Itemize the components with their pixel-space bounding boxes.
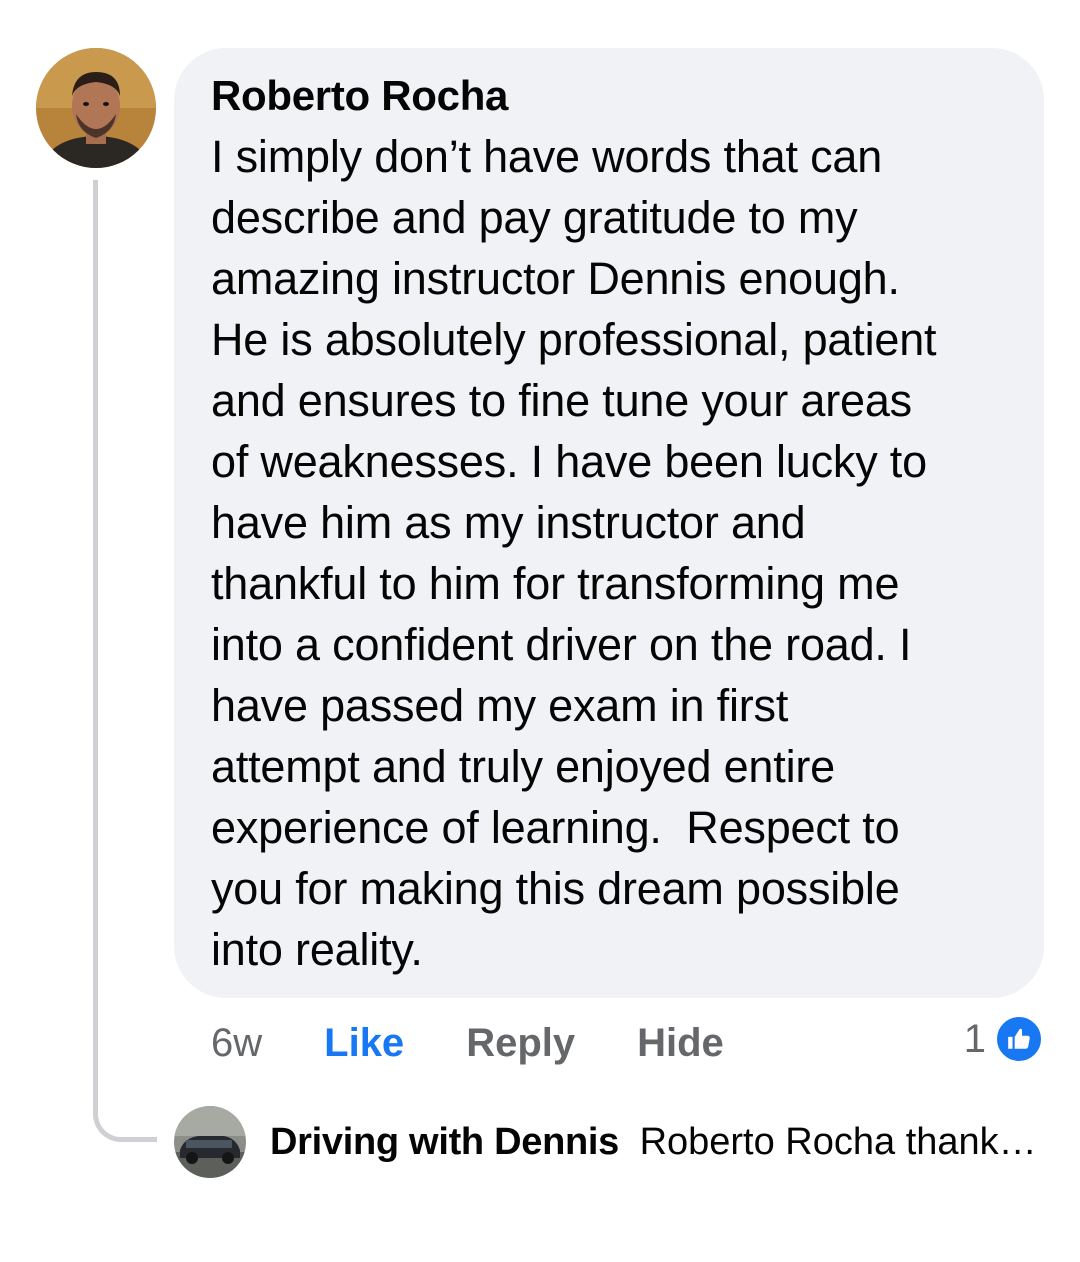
comment-text-line: into a confident driver on the road. I <box>211 619 912 670</box>
comment-timestamp[interactable]: 6w <box>211 1021 262 1066</box>
comment-text-line: attempt and truly enjoyed entire <box>211 741 835 792</box>
comment-text-line: I simply don’t have words that can <box>211 131 883 182</box>
comment-text-line: describe and pay gratitude to my <box>211 192 858 243</box>
comment-text-line: have him as my instructor and <box>211 497 806 548</box>
comment-text-line: amazing instructor Dennis enough. <box>211 253 900 304</box>
comment-author[interactable]: Roberto Rocha <box>211 72 1014 120</box>
reply-preview[interactable]: Driving with Dennis Roberto Rocha thank… <box>270 1116 1050 1168</box>
reply-snippet: Roberto Rocha thank… <box>639 1121 1037 1163</box>
commenter-avatar[interactable] <box>36 48 156 168</box>
comment-text-line: into reality. <box>211 924 423 975</box>
reply-button[interactable]: Reply <box>466 1021 575 1066</box>
comment-text: I simply don’t have words that can descr… <box>211 126 1014 980</box>
hide-button[interactable]: Hide <box>637 1021 724 1066</box>
reply-author[interactable]: Driving with Dennis <box>270 1121 619 1163</box>
reply-author-avatar[interactable] <box>174 1106 246 1178</box>
reaction-summary[interactable]: 1 <box>964 1014 1044 1064</box>
comment-text-line: and ensures to fine tune your areas <box>211 375 912 426</box>
comment-text-line: have passed my exam in first <box>211 680 789 731</box>
comment-text-line: of weaknesses. I have been lucky to <box>211 436 927 487</box>
comment-text-line: experience of learning. Respect to <box>211 802 900 853</box>
comment-text-line: He is absolutely professional, patient <box>211 314 937 365</box>
comment-bubble[interactable]: Roberto Rocha I simply don’t have words … <box>174 48 1044 998</box>
reaction-count: 1 <box>963 1016 986 1061</box>
comment-text-line: you for making this dream possible <box>211 863 900 914</box>
comment-actions: 6w Like Reply Hide <box>211 1016 724 1070</box>
like-button[interactable]: Like <box>324 1021 404 1066</box>
thread-connector-line <box>93 180 157 1142</box>
thumbs-up-icon <box>994 1014 1044 1064</box>
comment-text-line: thankful to him for transforming me <box>211 558 900 609</box>
